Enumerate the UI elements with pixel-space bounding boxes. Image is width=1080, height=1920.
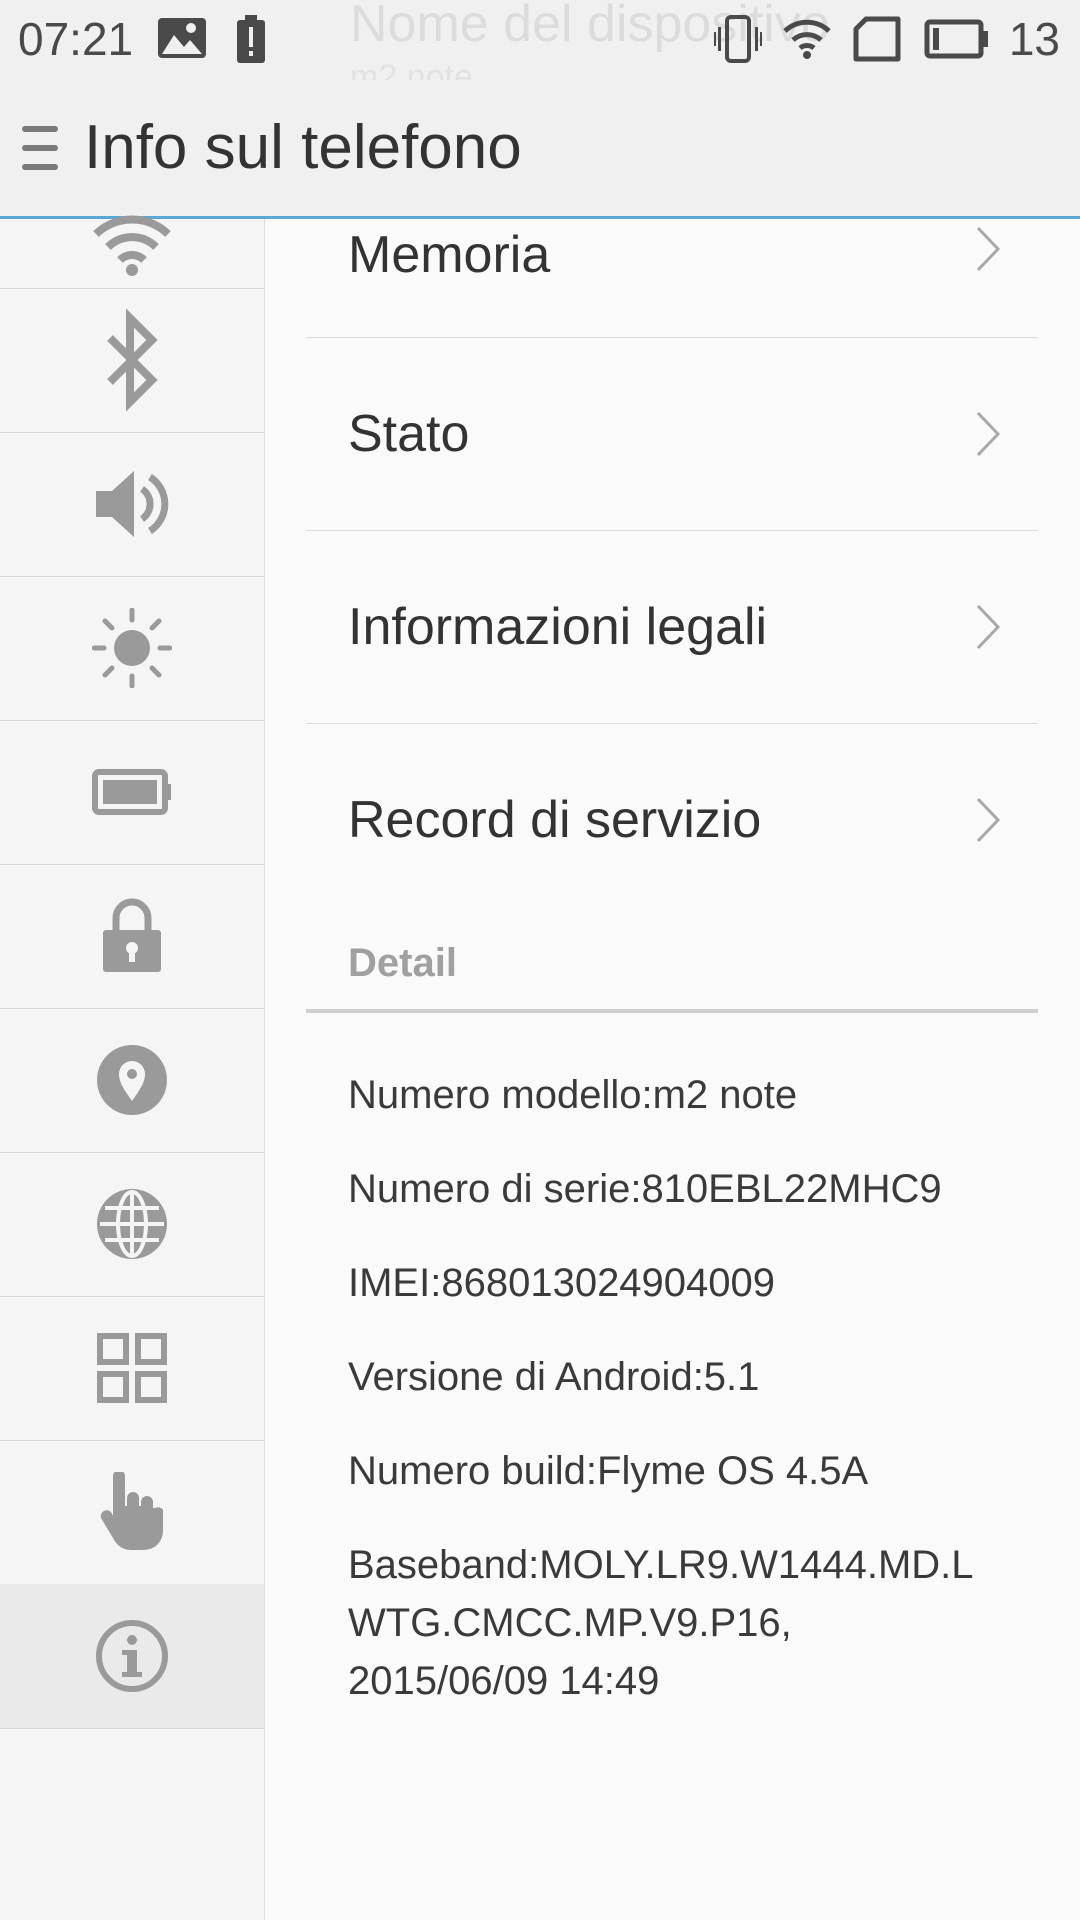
row-label: Stato xyxy=(348,405,470,463)
sidebar-item-apps[interactable] xyxy=(0,1296,264,1441)
detail-baseband: Baseband:MOLY.LR9.W1444.MD.LWTG.CMCC.MP.… xyxy=(348,1543,974,1703)
sidebar-item-location[interactable] xyxy=(0,1008,264,1153)
hand-gesture-icon xyxy=(100,1472,163,1550)
row-label: Memoria xyxy=(348,226,551,284)
status-time: 07:21 xyxy=(18,13,134,65)
background-device-model: m2 note xyxy=(350,58,473,80)
location-icon xyxy=(97,1045,167,1115)
sidebar-item-sound[interactable] xyxy=(0,432,264,577)
status-bar: Nome del dispositivo m2 note 07:21 13 xyxy=(0,0,1080,80)
brightness-icon xyxy=(92,608,172,688)
row-label: Informazioni legali xyxy=(348,598,768,656)
sidebar-item-display[interactable] xyxy=(0,576,264,721)
row-label: Record di servizio xyxy=(348,791,762,849)
row-stato[interactable]: Stato xyxy=(306,338,1038,531)
detail-imei: IMEI:868013024904009 xyxy=(348,1261,776,1305)
sim-icon xyxy=(853,16,901,62)
detail-serial-number: Numero di serie:810EBL22MHC9 xyxy=(348,1167,942,1211)
battery-percent: 13 xyxy=(1008,13,1060,65)
chevron-right-icon xyxy=(976,226,1001,272)
row-record-di-servizio[interactable]: Record di servizio xyxy=(306,724,1038,916)
chevron-right-icon xyxy=(976,797,1001,843)
apps-grid-icon xyxy=(97,1333,167,1403)
image-icon xyxy=(158,18,206,58)
sidebar-item-about[interactable] xyxy=(0,1584,264,1729)
detail-build-number: Numero build:Flyme OS 4.5A xyxy=(348,1449,869,1493)
volume-icon xyxy=(96,471,169,537)
section-title: Detail xyxy=(348,941,457,985)
wifi-icon xyxy=(93,215,171,276)
lock-icon xyxy=(103,898,161,972)
battery-icon xyxy=(92,769,171,815)
battery-alert-icon xyxy=(237,15,265,63)
bluetooth-icon xyxy=(107,308,158,412)
chevron-right-icon xyxy=(976,604,1001,650)
info-icon xyxy=(96,1620,168,1692)
sidebar-item-gestures[interactable] xyxy=(0,1440,264,1585)
vibrate-icon xyxy=(714,15,762,63)
row-memoria[interactable]: Memoria xyxy=(306,189,1038,338)
chevron-right-icon xyxy=(976,411,1001,457)
globe-icon xyxy=(97,1189,167,1259)
sidebar-item-security[interactable] xyxy=(0,864,264,1009)
detail-model-number: Numero modello:m2 note xyxy=(348,1073,798,1117)
sidebar-item-battery[interactable] xyxy=(0,720,264,865)
wifi-icon xyxy=(783,19,831,59)
detail-android-version: Versione di Android:5.1 xyxy=(348,1355,760,1399)
content-panel: Memoria Stato Informazioni legali Record… xyxy=(265,219,1080,1920)
battery-icon xyxy=(924,19,988,59)
sidebar-item-bluetooth[interactable] xyxy=(0,288,264,433)
sidebar-item-wifi[interactable] xyxy=(0,144,264,289)
sidebar-item-language[interactable] xyxy=(0,1152,264,1297)
sidebar xyxy=(0,215,265,1920)
row-informazioni-legali[interactable]: Informazioni legali xyxy=(306,531,1038,724)
detail-section-header: Detail xyxy=(306,927,1038,1013)
